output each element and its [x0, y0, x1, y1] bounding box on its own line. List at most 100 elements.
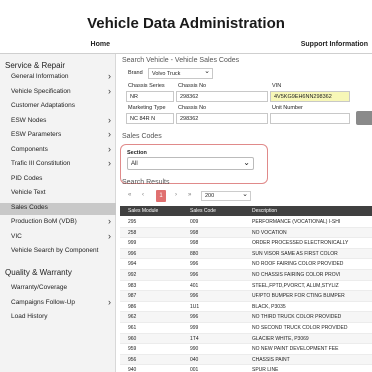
- cell-sales-module: 986: [128, 303, 137, 310]
- cell-sales-code: 1T4: [190, 335, 199, 342]
- sidebar-item-warranty-coverage[interactable]: Warranty/Coverage: [0, 283, 116, 295]
- cell-sales-module: 992: [128, 272, 137, 278]
- cell-sales-code: 996: [190, 293, 199, 300]
- sidebar-item-campaigns-follow-up[interactable]: Campaigns Follow-Up ›: [0, 296, 116, 310]
- table-row[interactable]: 940 001 SPUR LINE: [120, 365, 372, 372]
- unit-number-label: Unit Number: [272, 105, 303, 111]
- table-row[interactable]: 295 009 PERFORMANCE (VOCATIONAL) I-SHI: [120, 217, 372, 228]
- pager-first-button[interactable]: «: [128, 192, 131, 198]
- cell-description: UF/PTO BUMPER FOR CTING BUMPER: [252, 293, 345, 300]
- sidebar-item-vehicle-specification[interactable]: Vehicle Specification ›: [0, 86, 116, 99]
- sidebar-item-label: ESW Nodes: [11, 116, 47, 124]
- column-header-description[interactable]: Description: [252, 208, 277, 214]
- sidebar-item-label: Components: [11, 145, 48, 153]
- table-header: Sales Module Sales Code Description: [120, 206, 372, 216]
- table-row[interactable]: 994 996 NO ROOF FAIRING COLOR PROVIDED: [120, 259, 372, 270]
- chassis-no2-label: Chassis No: [178, 105, 207, 111]
- pager-prev-button[interactable]: ‹: [142, 192, 144, 198]
- search-button[interactable]: [356, 111, 372, 125]
- sidebar-item-label: VIC: [11, 232, 22, 240]
- sidebar-item-customer-adaptations[interactable]: Customer Adaptations: [0, 101, 116, 113]
- nav-home-link[interactable]: Home: [91, 41, 110, 48]
- table-row[interactable]: 960 1T4 GLACIER WHITE, P3069: [120, 333, 372, 345]
- sales-codes-title: Sales Codes: [122, 133, 162, 140]
- chevron-right-icon: ›: [108, 143, 111, 154]
- chevron-right-icon: ›: [108, 230, 111, 241]
- sidebar-item-label: Trafic III Constitution: [11, 160, 71, 167]
- sidebar-item-label: Campaigns Follow-Up: [11, 298, 75, 306]
- cell-sales-code: 009: [190, 219, 199, 225]
- marketing-type-label: Marketing Type: [128, 105, 166, 111]
- sidebar-item-vic[interactable]: VIC ›: [0, 230, 116, 244]
- cell-description: NO NEW PAINT DEVELOPMENT FEE: [252, 346, 339, 353]
- table-row[interactable]: 992 996 NO CHASSIS FAIRING COLOR PROVI: [120, 270, 372, 281]
- cell-sales-module: 994: [128, 261, 137, 268]
- chassis-no2-input[interactable]: 298362: [176, 113, 268, 124]
- table-row[interactable]: 986 1U1 BLACK, P3035: [120, 302, 372, 313]
- section-select-value: All: [131, 161, 138, 167]
- page-size-select[interactable]: 200 ⌄: [201, 191, 251, 201]
- sidebar-section-service: Service & Repair: [5, 61, 66, 70]
- cell-sales-code: 040: [190, 356, 199, 363]
- sidebar-item-label: Vehicle Search by Component: [11, 247, 99, 254]
- vin-input[interactable]: 4V5KG9EH6NN298362: [270, 91, 350, 102]
- section-select[interactable]: All ⌄: [127, 157, 254, 170]
- table-row[interactable]: 956 040 CHASSIS PAINT: [120, 354, 372, 366]
- cell-sales-module: 940: [128, 367, 137, 372]
- sidebar-item-trafic-iii-constitution[interactable]: Trafic III Constitution ›: [0, 158, 116, 171]
- column-header-sales-module[interactable]: Sales Module: [128, 208, 158, 214]
- chevron-right-icon: ›: [108, 296, 111, 307]
- pager: « ‹ 1 › » 200 ⌄: [120, 190, 372, 204]
- chevron-right-icon: ›: [108, 129, 111, 139]
- cell-sales-module: 258: [128, 229, 137, 236]
- sidebar-item-general-information[interactable]: General Information ›: [0, 71, 116, 84]
- cell-sales-code: 996: [190, 272, 199, 278]
- sidebar-item-label: PID Codes: [11, 174, 43, 182]
- chevron-right-icon: ›: [108, 216, 111, 226]
- cell-sales-module: 999: [128, 240, 137, 247]
- cell-sales-module: 956: [128, 356, 137, 363]
- cell-description: ORDER PROCESSED ELECTRONICALLY: [252, 240, 349, 247]
- cell-description: NO ROOF FAIRING COLOR PROVIDED: [252, 261, 344, 268]
- table-row[interactable]: 962 996 NO THIRD TRUCK COLOR PROVIDED: [120, 312, 372, 323]
- section-label: Section: [127, 150, 147, 156]
- table-row[interactable]: 959 990 NO NEW PAINT DEVELOPMENT FEE: [120, 344, 372, 355]
- sidebar-item-esw-nodes[interactable]: ESW Nodes ›: [0, 115, 116, 128]
- table-row[interactable]: 961 999 NO SECOND TRUCK COLOR PROVIDED: [120, 323, 372, 334]
- table-row[interactable]: 987 996 UF/PTO BUMPER FOR CTING BUMPER: [120, 291, 372, 302]
- sidebar-item-pid-codes[interactable]: PID Codes: [0, 174, 116, 186]
- sidebar-item-sales-codes[interactable]: Sales Codes: [0, 202, 116, 215]
- table-row[interactable]: 983 401 STEEL,FPTD,PVORCT, ALUM,STYLIZ: [120, 281, 372, 292]
- cell-sales-code: 001: [190, 367, 199, 372]
- cell-description: CHASSIS PAINT: [252, 356, 290, 363]
- cell-description: NO SECOND TRUCK COLOR PROVIDED: [252, 325, 348, 331]
- sidebar-item-vehicle-text[interactable]: Vehicle Text: [0, 188, 116, 200]
- sidebar-item-load-history[interactable]: Load History: [0, 312, 116, 324]
- chassis-series-input[interactable]: NR: [126, 91, 174, 102]
- table-row[interactable]: 258 998 NO VOCATION: [120, 227, 372, 239]
- sidebar-item-label: ESW Parameters: [11, 131, 62, 138]
- cell-description: BLACK, P3035: [252, 303, 286, 310]
- sidebar-section-quality: Quality & Warranty: [5, 268, 72, 277]
- cell-sales-module: 996: [128, 250, 137, 257]
- cell-description: PERFORMANCE (VOCATIONAL) I-SHI: [252, 219, 341, 225]
- cell-sales-code: 998: [190, 240, 199, 247]
- brand-select[interactable]: Volvo Truck: [148, 68, 213, 79]
- sidebar-item-vehicle-search-by-component[interactable]: Vehicle Search by Component: [0, 246, 116, 258]
- chassis-no-input[interactable]: 298362: [176, 91, 268, 102]
- top-nav: Home Support Information: [0, 40, 372, 54]
- nav-support-link[interactable]: Support Information: [301, 41, 368, 48]
- pager-next-button[interactable]: ›: [175, 192, 177, 198]
- sidebar-item-production-bom-vdb[interactable]: Production BoM (VDB) ›: [0, 216, 116, 229]
- table-row[interactable]: 996 880 SUN VISOR SAME AS FIRST COLOR: [120, 248, 372, 260]
- column-header-sales-code[interactable]: Sales Code: [190, 208, 216, 214]
- pager-last-button[interactable]: »: [188, 192, 191, 198]
- sidebar-item-esw-parameters[interactable]: ESW Parameters ›: [0, 129, 116, 142]
- pager-current-page[interactable]: 1: [156, 190, 166, 202]
- cell-sales-module: 987: [128, 293, 137, 300]
- marketing-type-input[interactable]: NC 84R N: [126, 113, 174, 124]
- unit-number-input[interactable]: [270, 113, 350, 124]
- sidebar-item-label: Warranty/Coverage: [11, 284, 68, 291]
- table-row[interactable]: 999 998 ORDER PROCESSED ELECTRONICALLY: [120, 238, 372, 249]
- sidebar-item-components[interactable]: Components ›: [0, 143, 116, 157]
